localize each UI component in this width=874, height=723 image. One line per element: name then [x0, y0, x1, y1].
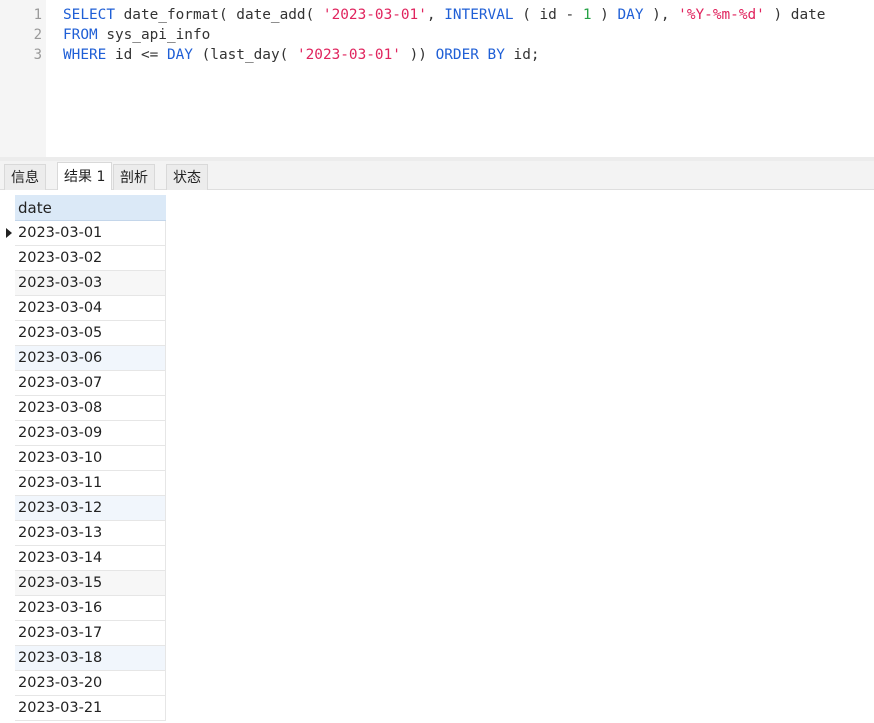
table-cell-date[interactable]: 2023-03-07 [15, 371, 166, 396]
code-token: DAY [166, 47, 193, 63]
code-line[interactable]: FROM sys_api_info [63, 25, 210, 45]
table-cell-date[interactable]: 2023-03-06 [15, 346, 166, 371]
code-token: WHERE [63, 47, 107, 63]
code-token: ( id - [513, 7, 583, 23]
tab-info[interactable]: 信息 [4, 164, 46, 190]
table-cell-date[interactable]: 2023-03-21 [15, 696, 166, 721]
code-token: '%Y-%m-%d' [678, 7, 765, 23]
table-cell-date[interactable]: 2023-03-08 [15, 396, 166, 421]
code-token: (last_day( [192, 47, 297, 63]
table-cell-date[interactable]: 2023-03-05 [15, 321, 166, 346]
line-number: 2 [33, 27, 42, 43]
code-token: date_format( date_add( [114, 7, 323, 23]
line-number-gutter: 1 2 3 [0, 0, 46, 157]
row-header-column [0, 195, 15, 723]
table-cell-date[interactable]: 2023-03-13 [15, 521, 166, 546]
code-token: ) date [764, 7, 826, 23]
code-token: ORDER BY [435, 47, 505, 63]
table-cell-date[interactable]: 2023-03-20 [15, 671, 166, 696]
tab-status[interactable]: 状态 [166, 164, 208, 190]
table-cell-date[interactable]: 2023-03-16 [15, 596, 166, 621]
table-cell-date[interactable]: 2023-03-09 [15, 421, 166, 446]
result-tab-bar: 信息 结果 1 剖析 状态 [0, 161, 874, 190]
code-token: sys_api_info [97, 27, 211, 43]
code-token: id <= [106, 47, 167, 63]
code-line[interactable]: SELECT date_format( date_add( '2023-03-0… [63, 5, 825, 25]
line-number: 3 [33, 47, 42, 63]
code-token: ) [591, 7, 618, 23]
code-token: ), [643, 7, 679, 23]
code-token: DAY [617, 7, 644, 23]
code-token: '2023-03-01' [322, 7, 427, 23]
code-token: )) [400, 47, 436, 63]
code-token: INTERVAL [444, 7, 514, 23]
table-cell-date[interactable]: 2023-03-11 [15, 471, 166, 496]
table-cell-date[interactable]: 2023-03-02 [15, 246, 166, 271]
code-token: FROM [63, 27, 98, 43]
sql-editor[interactable]: 1 2 3 SELECT date_format( date_add( '202… [0, 0, 874, 157]
code-token: id; [504, 47, 540, 63]
table-cell-date[interactable]: 2023-03-12 [15, 496, 166, 521]
code-line[interactable]: WHERE id <= DAY (last_day( '2023-03-01' … [63, 45, 540, 65]
code-token: '2023-03-01' [296, 47, 401, 63]
table-cell-date[interactable]: 2023-03-04 [15, 296, 166, 321]
column-header-date[interactable]: date [15, 195, 166, 221]
code-token: , [426, 7, 445, 23]
table-cell-date[interactable]: 2023-03-18 [15, 646, 166, 671]
code-token: 1 [582, 7, 592, 23]
tab-profile[interactable]: 剖析 [113, 164, 155, 190]
tab-result-1[interactable]: 结果 1 [57, 162, 113, 190]
table-cell-date[interactable]: 2023-03-14 [15, 546, 166, 571]
table-cell-date[interactable]: 2023-03-10 [15, 446, 166, 471]
line-number: 1 [33, 7, 42, 23]
result-grid[interactable]: date 2023-03-01 2023-03-02 2023-03-03 2023-… [0, 195, 874, 723]
table-cell-date[interactable]: 2023-03-01 [15, 221, 166, 246]
table-cell-date[interactable]: 2023-03-03 [15, 271, 166, 296]
row-pointer-icon [6, 228, 12, 238]
code-token: SELECT [63, 7, 115, 23]
table-cell-date[interactable]: 2023-03-15 [15, 571, 166, 596]
table-cell-date[interactable]: 2023-03-17 [15, 621, 166, 646]
